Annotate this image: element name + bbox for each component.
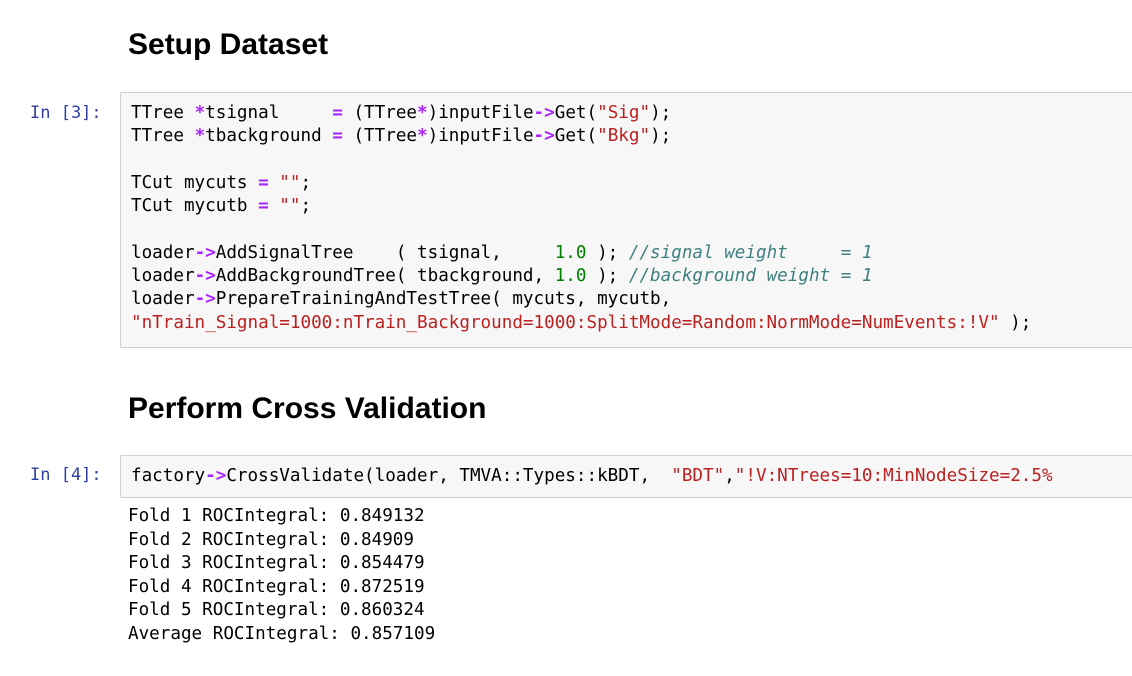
operator-token: =	[332, 103, 343, 123]
cell-3-input-prompt: In [3]:	[30, 103, 102, 123]
code-line: factory->CrossValidate(loader, TMVA::Typ…	[131, 466, 1053, 486]
operator-token: ->	[533, 126, 555, 147]
code-cell-4-source[interactable]: factory->CrossValidate(loader, TMVA::Typ…	[121, 456, 1132, 488]
string-literal: "nTrain_Signal=1000:nTrain_Background=10…	[131, 312, 1000, 333]
output-line: Fold 3 ROCIntegral: 0.854479	[128, 553, 425, 573]
output-line: Fold 5 ROCIntegral: 0.860324	[128, 600, 425, 620]
code-text: );	[650, 126, 672, 147]
section-heading-perform-cross-validation: Perform Cross Validation	[128, 392, 487, 425]
code-line: TCut mycuts = "";	[131, 173, 311, 193]
code-cell-4[interactable]: factory->CrossValidate(loader, TMVA::Typ…	[120, 455, 1132, 498]
operator-token: *	[194, 126, 206, 147]
operator-token: =	[332, 126, 343, 147]
code-text: TCut mycutb	[131, 196, 259, 217]
code-text: loader	[131, 242, 195, 263]
code-line: TTree *tbackground = (TTree*)inputFile->…	[131, 126, 671, 146]
comment: //background weight = 1	[628, 266, 873, 287]
number-literal: 1.0	[554, 242, 587, 263]
cell-4-output: Fold 1 ROCIntegral: 0.849132 Fold 2 ROCIn…	[128, 505, 435, 646]
code-text: TTree	[131, 126, 195, 147]
code-text: )inputFile	[427, 103, 534, 123]
code-line: loader->AddSignalTree ( tsignal, 1.0 ); …	[131, 243, 873, 263]
operator-token: ->	[194, 289, 216, 310]
comment: //signal weight = 1	[628, 242, 873, 263]
code-text: AddSignalTree ( tsignal,	[215, 242, 555, 263]
code-text: loader	[131, 266, 195, 287]
code-line: TCut mycutb = "";	[131, 196, 311, 216]
code-line: "nTrain_Signal=1000:nTrain_Background=10…	[131, 313, 1031, 333]
code-text: );	[650, 103, 672, 123]
output-line: Average ROCIntegral: 0.857109	[128, 623, 436, 644]
operator-token: *	[194, 103, 206, 123]
code-cell-3-source[interactable]: TTree *tsignal = (TTree*)inputFile->Get(…	[121, 93, 1132, 335]
code-text: CrossValidate(loader, TMVA::Types::kBDT,	[226, 466, 672, 486]
operator-token: =	[258, 172, 269, 193]
string-literal: ""	[279, 196, 301, 217]
code-text: );	[586, 242, 629, 263]
code-text: )inputFile	[427, 126, 534, 147]
code-line: loader->AddBackgroundTree( tbackground, …	[131, 266, 873, 286]
code-text: TTree	[131, 103, 195, 123]
operator-token: *	[417, 103, 428, 123]
cell-4-input-prompt: In [4]:	[30, 465, 102, 485]
operator-token: ->	[194, 266, 216, 287]
code-text: ;	[300, 196, 312, 217]
operator-token: *	[417, 126, 428, 147]
section-heading-setup-dataset: Setup Dataset	[128, 28, 329, 61]
code-text: tsignal	[205, 103, 333, 123]
number-literal: 1.0	[554, 266, 587, 287]
code-line: TTree *tsignal = (TTree*)inputFile->Get(…	[131, 103, 671, 123]
code-text: TCut mycuts	[131, 172, 259, 193]
string-literal: "BDT"	[671, 466, 725, 486]
code-text: Get(	[554, 126, 598, 147]
string-literal: "Sig"	[597, 103, 651, 123]
code-text: ;	[300, 172, 312, 193]
code-text: ,	[724, 466, 735, 486]
code-text: (TTree	[342, 126, 418, 147]
code-text: PrepareTrainingAndTestTree( mycuts, mycu…	[215, 289, 672, 310]
code-text: AddBackgroundTree( tbackground,	[215, 266, 555, 287]
operator-token: =	[258, 196, 269, 217]
output-line: Fold 4 ROCIntegral: 0.872519	[128, 576, 425, 597]
code-text: loader	[131, 289, 195, 310]
code-text: tbackground	[205, 126, 333, 147]
code-text: (TTree	[342, 103, 418, 123]
code-line: loader->PrepareTrainingAndTestTree( mycu…	[131, 289, 671, 309]
string-literal: "!V:NTrees=10:MinNodeSize=2.5%	[734, 466, 1053, 486]
operator-token: ->	[205, 466, 227, 486]
code-text: Get(	[554, 103, 598, 123]
operator-token: ->	[533, 103, 555, 123]
string-literal: ""	[279, 172, 301, 193]
operator-token: ->	[194, 242, 216, 263]
output-line: Fold 2 ROCIntegral: 0.84909	[128, 529, 414, 550]
code-text: );	[999, 312, 1032, 333]
code-cell-3[interactable]: TTree *tsignal = (TTree*)inputFile->Get(…	[120, 92, 1132, 348]
string-literal: "Bkg"	[597, 126, 651, 147]
code-text: );	[586, 266, 629, 287]
output-line: Fold 1 ROCIntegral: 0.849132	[128, 506, 425, 526]
code-text: factory	[131, 466, 206, 486]
